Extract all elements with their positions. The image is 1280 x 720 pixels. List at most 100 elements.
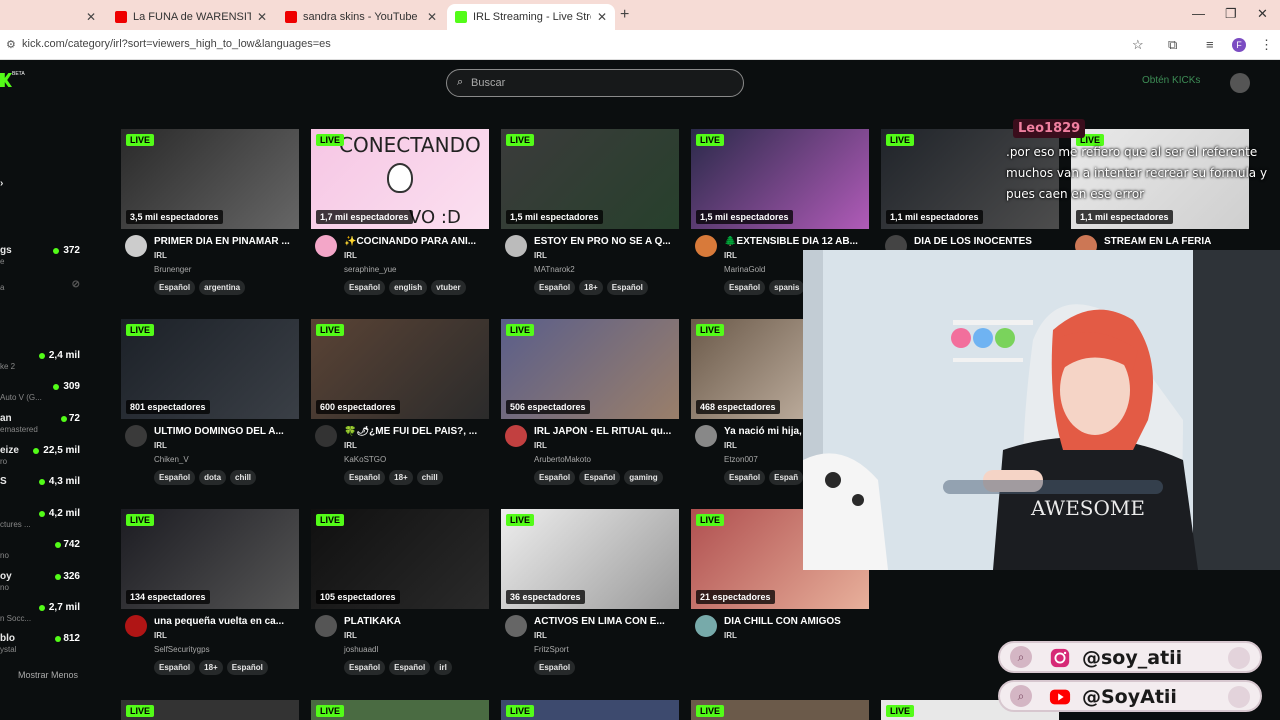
tag-chip[interactable]: chill bbox=[230, 470, 257, 485]
stream-category[interactable]: IRL bbox=[724, 631, 737, 640]
stream-thumbnail[interactable]: LIVE 600 espectadores bbox=[311, 319, 489, 419]
stream-title[interactable]: STREAM EN LA FERIA bbox=[1104, 236, 1249, 247]
streamer-avatar[interactable] bbox=[695, 235, 717, 257]
get-kicks-button[interactable]: Obtén KICKs bbox=[1142, 75, 1200, 86]
streamer-avatar[interactable] bbox=[315, 425, 337, 447]
stream-card[interactable]: LIVE 506 espectadores IRL JAPÓN - EL RITUA… bbox=[501, 319, 679, 489]
stream-category[interactable]: IRL bbox=[724, 251, 737, 260]
stream-thumbnail[interactable]: LIVE 105 espectadores bbox=[311, 509, 489, 609]
stream-thumbnail[interactable]: LIVE 1,5 mil espectadores bbox=[501, 129, 679, 229]
streamer-avatar[interactable] bbox=[125, 425, 147, 447]
close-icon[interactable]: ✕ bbox=[597, 10, 607, 24]
sidebar-channel[interactable]: S 4,3 mil bbox=[0, 476, 110, 492]
tag-chip[interactable]: Español bbox=[724, 470, 766, 485]
menu-icon[interactable]: ⋮ bbox=[1260, 37, 1273, 53]
tag-chip[interactable]: Español bbox=[154, 280, 196, 295]
tag-chip[interactable]: chill bbox=[416, 470, 443, 485]
stream-card[interactable]: LIVE 600 espectadores 🍀🌶¿ME FUI DEL PAIS?,… bbox=[311, 319, 489, 489]
sidebar-channel[interactable]: blo ystal 812 bbox=[0, 633, 110, 654]
sidebar-channel[interactable]: gs e 372 bbox=[0, 245, 110, 266]
url-field[interactable]: kick.com/category/irl?sort=viewers_high_… bbox=[22, 38, 331, 50]
tag-chip[interactable]: Español bbox=[344, 470, 386, 485]
stream-card[interactable]: LIVE bbox=[501, 700, 679, 720]
stream-title[interactable]: 🍀🌶¿ME FUI DEL PAIS?, ... bbox=[344, 426, 489, 437]
stream-category[interactable]: IRL bbox=[154, 441, 167, 450]
browser-tab[interactable]: ✕ bbox=[0, 4, 104, 30]
tag-chip[interactable]: 18+ bbox=[199, 660, 223, 675]
stream-card[interactable]: LIVE 105 espectadores PLATIKAKA IRL joshuaad… bbox=[311, 509, 489, 679]
stream-thumbnail[interactable]: LIVE 134 espectadores bbox=[121, 509, 299, 609]
kick-logo[interactable] bbox=[0, 73, 12, 87]
sidebar-channel[interactable]: › bbox=[0, 178, 110, 195]
tag-chip[interactable]: Español bbox=[534, 470, 576, 485]
browser-tab-active[interactable]: IRL Streaming - Live Streams on ✕ bbox=[447, 4, 615, 30]
stream-card[interactable]: LIVE 134 espectadores una pequeña vuelta e… bbox=[121, 509, 299, 679]
streamer-avatar[interactable] bbox=[315, 615, 337, 637]
tag-chip[interactable]: Español bbox=[154, 470, 196, 485]
tag-chip[interactable]: irl bbox=[434, 660, 452, 675]
stream-card[interactable]: LIVE 801 espectadores ULTIMO DOMINGO DEL A… bbox=[121, 319, 299, 489]
stream-category[interactable]: IRL bbox=[344, 251, 357, 260]
stream-thumbnail[interactable]: LIVE 801 espectadores bbox=[121, 319, 299, 419]
streamer-name[interactable]: MATnarok2 bbox=[534, 265, 575, 274]
sidebar-channel[interactable]: ctures ... 4,2 mil bbox=[0, 508, 110, 529]
streamer-avatar[interactable] bbox=[315, 235, 337, 257]
stream-title[interactable]: DIA DE LOS INOCENTES bbox=[914, 236, 1059, 247]
tag-chip[interactable]: Español bbox=[534, 280, 576, 295]
stream-title[interactable]: una pequeña vuelta en ca... bbox=[154, 616, 299, 627]
tag-chip[interactable]: Español bbox=[606, 280, 648, 295]
sidebar-channel[interactable]: a ⊘ bbox=[0, 279, 110, 295]
stream-category[interactable]: IRL bbox=[534, 441, 547, 450]
site-settings-icon[interactable]: ⚙ bbox=[6, 38, 16, 51]
streamer-avatar[interactable] bbox=[695, 615, 717, 637]
tag-chip[interactable]: Españ bbox=[769, 470, 804, 485]
stream-card[interactable]: LIVE 36 espectadores ACTIVOS EN LIMA CON E… bbox=[501, 509, 679, 679]
stream-category[interactable]: IRL bbox=[344, 441, 357, 450]
stream-title[interactable]: ACTIVOS EN LIMA CON E... bbox=[534, 616, 679, 627]
streamer-name[interactable]: ArubertoMakoto bbox=[534, 455, 591, 464]
streamer-name[interactable]: KaKoSTGO bbox=[344, 455, 386, 464]
stream-thumbnail[interactable]: LIVE 1,5 mil espectadores bbox=[691, 129, 869, 229]
tag-chip[interactable]: spanis bbox=[769, 280, 805, 295]
tag-chip[interactable]: vtuber bbox=[431, 280, 466, 295]
streamer-name[interactable]: joshuaadl bbox=[344, 645, 378, 654]
tag-chip[interactable]: Español bbox=[154, 660, 196, 675]
sidebar-channel[interactable]: Auto V (G... 309 bbox=[0, 381, 110, 402]
minimize-icon[interactable]: — bbox=[1192, 6, 1205, 21]
stream-card[interactable]: LIVE 1,5 mil espectadores ESTOY EN PRO NO … bbox=[501, 129, 679, 299]
stream-title[interactable]: ✨COCINANDO PARA ANI... bbox=[344, 236, 489, 247]
stream-title[interactable]: ULTIMO DOMINGO DEL A... bbox=[154, 426, 299, 437]
tag-chip[interactable]: gaming bbox=[624, 470, 663, 485]
streamer-name[interactable]: seraphine_yue bbox=[344, 265, 396, 274]
bookmark-star-icon[interactable]: ☆ bbox=[1132, 37, 1144, 53]
sidebar-channel[interactable]: no 742 bbox=[0, 539, 110, 560]
maximize-icon[interactable]: ❐ bbox=[1225, 6, 1237, 22]
streamer-name[interactable]: MarinaGold bbox=[724, 265, 765, 274]
extensions-icon[interactable]: ⧉ bbox=[1168, 37, 1177, 53]
sidebar-channel[interactable]: ke 2 2,4 mil bbox=[0, 350, 110, 371]
stream-card[interactable]: LIVE 3,5 mil espectadores PRIMER DIA EN PI… bbox=[121, 129, 299, 299]
close-icon[interactable]: ✕ bbox=[86, 10, 96, 24]
sidebar-channel[interactable]: oy no 326 bbox=[0, 571, 110, 592]
user-avatar[interactable] bbox=[1230, 73, 1250, 93]
streamer-avatar[interactable] bbox=[505, 615, 527, 637]
close-icon[interactable]: ✕ bbox=[427, 10, 437, 24]
stream-thumbnail[interactable]: CONECTANDO VO :D LIVE 1,7 mil espectadores bbox=[311, 129, 489, 229]
tag-chip[interactable]: Español bbox=[344, 280, 386, 295]
tag-chip[interactable]: Español bbox=[344, 660, 386, 675]
stream-thumbnail[interactable]: LIVE 36 espectadores bbox=[501, 509, 679, 609]
stream-title[interactable]: ESTOY EN PRO NO SE A Q... bbox=[534, 236, 679, 247]
stream-card[interactable]: LIVE bbox=[311, 700, 489, 720]
close-window-icon[interactable]: ✕ bbox=[1257, 6, 1268, 22]
tag-chip[interactable]: Español bbox=[226, 660, 268, 675]
tag-chip[interactable]: Español bbox=[534, 660, 576, 675]
stream-title[interactable]: PRIMER DIA EN PINAMAR ... bbox=[154, 236, 299, 247]
stream-category[interactable]: IRL bbox=[724, 441, 737, 450]
stream-category[interactable]: IRL bbox=[154, 251, 167, 260]
tag-chip[interactable]: Español bbox=[579, 470, 621, 485]
sidebar-channel[interactable]: n Socc... 2,7 mil bbox=[0, 602, 110, 623]
tag-chip[interactable]: Español bbox=[389, 660, 431, 675]
streamer-name[interactable]: Brunenger bbox=[154, 265, 191, 274]
stream-card[interactable]: LIVE bbox=[121, 700, 299, 720]
stream-thumbnail[interactable]: LIVE 506 espectadores bbox=[501, 319, 679, 419]
